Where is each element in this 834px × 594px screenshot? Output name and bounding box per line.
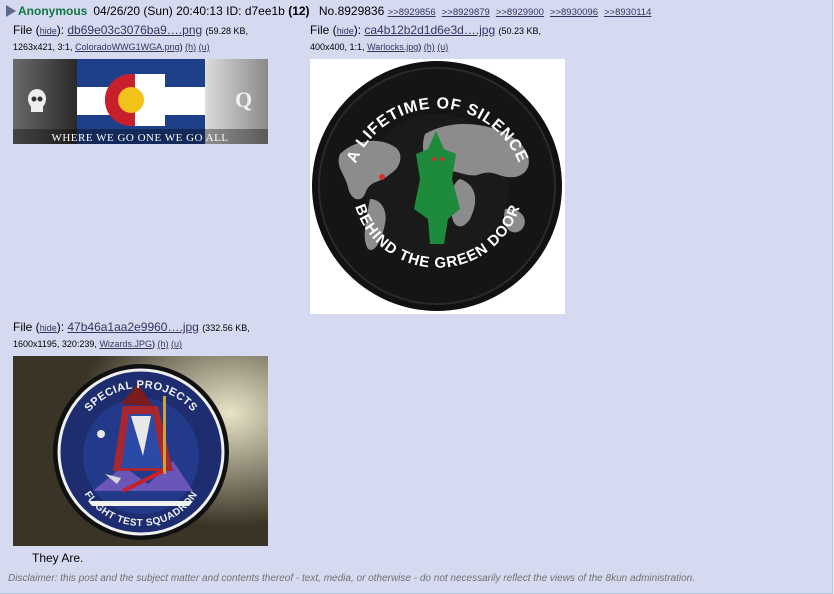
file-meta: 400x400, 1:1, Warlocks.jpg) (h) (u) [310, 42, 449, 52]
post-intro: Anonymous 04/26/20 (Sun) 20:40:13 ID: d7e… [6, 3, 657, 19]
hash-link[interactable]: (h) [157, 339, 168, 349]
original-filename-link[interactable]: Wizards.JPG [99, 339, 152, 349]
unhide-link[interactable]: (u) [199, 42, 210, 52]
poster-name: Anonymous [18, 4, 88, 18]
file-thumbnail-colorado[interactable]: Q WHERE WE GO ONE WE GO ALL [13, 59, 268, 144]
file-size: (59.28 KB, [205, 26, 249, 36]
file-label: File [13, 320, 33, 334]
file-info: File (hide): ca4b12b2d1d6e3d….jpg (50.23… [310, 23, 542, 37]
file-info: File (hide): 47b46a1aa2e9960….jpg (332.5… [13, 320, 250, 334]
file-dimensions: 1600x1195, 320:239, [13, 339, 97, 349]
backlink[interactable]: >>8930114 [604, 7, 651, 18]
poster-id-count: (12) [288, 4, 310, 18]
hide-link[interactable]: hide [40, 26, 57, 36]
file-info: File (hide): db69e03c3076ba9….png (59.28… [13, 23, 249, 37]
file-dimensions: 400x400, 1:1, [310, 42, 365, 52]
post-menu-arrow-icon[interactable] [6, 4, 16, 17]
hash-link[interactable]: (h) [424, 42, 435, 52]
unhide-link[interactable]: (u) [437, 42, 448, 52]
file-label: File [13, 23, 33, 37]
file-2: File (hide): ca4b12b2d1d6e3d….jpg (50.23… [310, 22, 541, 55]
wizards-patch-image: SPECIAL PROJECTS FLIGHT TEST SQUADRON [13, 356, 268, 546]
file-3: File (hide): 47b46a1aa2e9960….jpg (332.5… [13, 319, 250, 352]
original-filename-link[interactable]: Warlocks.jpg [367, 42, 418, 52]
backlink[interactable]: >>8929879 [442, 7, 490, 18]
backlink[interactable]: >>8930096 [550, 7, 598, 18]
hide-link[interactable]: hide [337, 26, 354, 36]
file-link[interactable]: 47b46a1aa2e9960….jpg [67, 320, 198, 334]
file-link[interactable]: ca4b12b2d1d6e3d….jpg [364, 23, 495, 37]
hide-link[interactable]: hide [40, 323, 57, 333]
file-label: File [310, 23, 330, 37]
file-size: (50.23 KB, [498, 26, 542, 36]
file-thumbnail-wizards[interactable]: SPECIAL PROJECTS FLIGHT TEST SQUADRON [13, 356, 268, 546]
post-container: Anonymous 04/26/20 (Sun) 20:40:13 ID: d7e… [0, 0, 833, 594]
warlocks-patch-image: A LIFETIME OF SILENCE BEHIND THE GREEN D… [312, 61, 562, 311]
colorado-banner-image: Q WHERE WE GO ONE WE GO ALL [13, 59, 268, 144]
original-filename-link[interactable]: ColoradoWWG1WGA.png [75, 42, 180, 52]
file-1: File (hide): db69e03c3076ba9….png (59.28… [13, 22, 248, 55]
backlink[interactable]: >>8929856 [388, 7, 436, 18]
post-message: They Are. [32, 551, 84, 565]
post-date: 04/26/20 (Sun) 20:40:13 [93, 4, 223, 18]
banner-q-letter: Q [235, 87, 252, 112]
file-meta: 1263x421, 3:1, ColoradoWWG1WGA.png) (h) … [13, 42, 210, 52]
post-disclaimer: Disclaimer: this post and the subject ma… [8, 573, 695, 584]
file-size: (332.56 KB, [202, 323, 250, 333]
file-link[interactable]: db69e03c3076ba9….png [67, 23, 202, 37]
post-number[interactable]: No.8929836 [319, 4, 384, 18]
banner-slogan: WHERE WE GO ONE WE GO ALL [51, 132, 228, 144]
backlink[interactable]: >>8929900 [496, 7, 544, 18]
poster-id-label: ID: [226, 4, 242, 18]
file-meta: 1600x1195, 320:239, Wizards.JPG) (h) (u) [13, 339, 182, 349]
file-dimensions: 1263x421, 3:1, [13, 42, 73, 52]
hash-link[interactable]: (h) [185, 42, 196, 52]
poster-id[interactable]: d7ee1b [245, 4, 285, 18]
unhide-link[interactable]: (u) [171, 339, 182, 349]
file-thumbnail-warlocks[interactable]: A LIFETIME OF SILENCE BEHIND THE GREEN D… [310, 59, 565, 314]
